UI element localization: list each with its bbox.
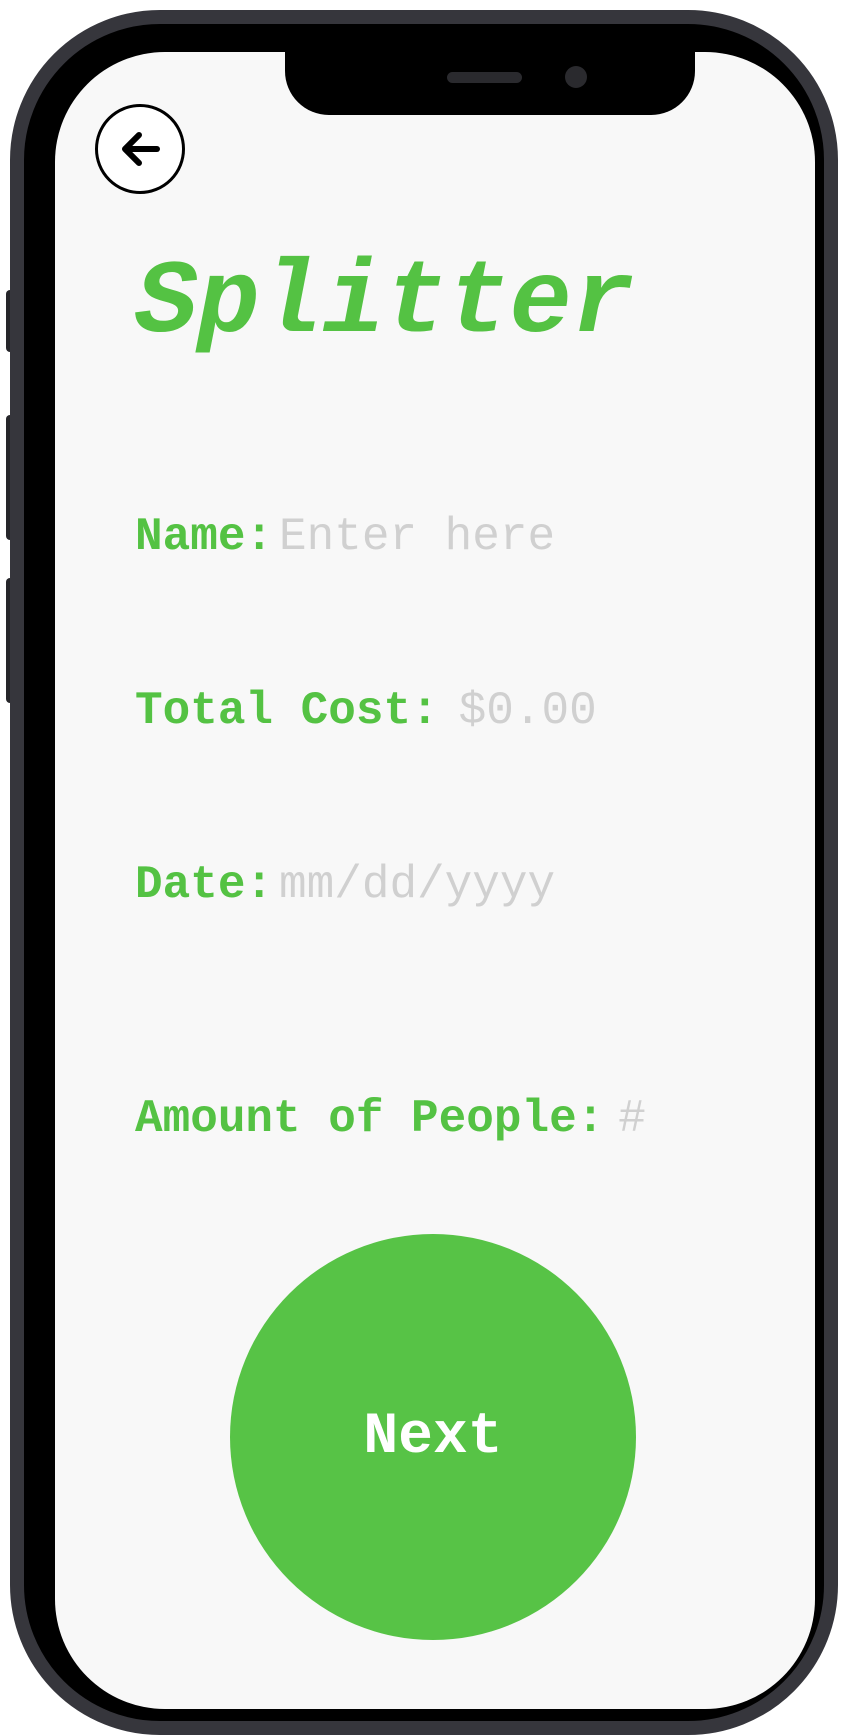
arrow-left-icon [122,132,160,166]
date-input[interactable] [279,858,610,914]
total-cost-label: Total Cost: [135,685,439,737]
people-input[interactable] [618,1092,659,1148]
total-cost-field: Total Cost: [135,684,629,740]
name-label: Name: [135,511,274,563]
front-camera [565,66,587,88]
app-title: Splitter [135,245,635,363]
back-button[interactable] [95,104,185,194]
name-field: Name: [135,510,610,566]
app-screen: Splitter Name: Total Cost: Date: Amount … [55,52,815,1709]
people-field: Amount of People: [135,1092,659,1148]
total-cost-input[interactable] [458,684,629,740]
next-button[interactable]: Next [230,1234,636,1640]
date-label: Date: [135,859,274,911]
people-label: Amount of People: [135,1093,605,1145]
name-input[interactable] [279,510,610,566]
speaker-grille [447,72,522,83]
date-field: Date: [135,858,610,914]
notch [285,52,695,115]
